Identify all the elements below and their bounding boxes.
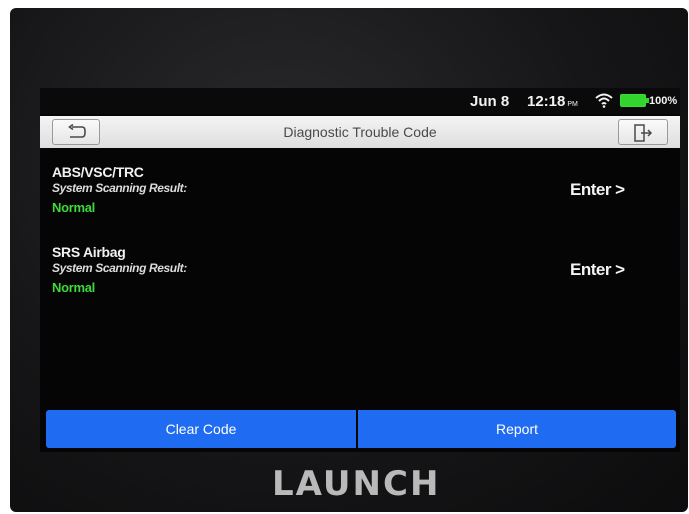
bottom-action-bar: Clear Code Report: [40, 410, 680, 452]
status-time: 12:18 PM: [527, 93, 578, 110]
system-row-srs[interactable]: SRS Airbag System Scanning Result: Norma…: [52, 244, 672, 295]
system-row-abs[interactable]: ABS/VSC/TRC System Scanning Result: Norm…: [52, 164, 672, 215]
battery-icon: [620, 94, 649, 107]
enter-button-abs[interactable]: Enter >: [570, 180, 625, 200]
page-title: Diagnostic Trouble Code: [283, 124, 437, 140]
system-name: ABS/VSC/TRC: [52, 164, 144, 180]
report-button[interactable]: Report: [358, 410, 676, 448]
clear-code-button[interactable]: Clear Code: [46, 410, 356, 448]
exit-button[interactable]: [618, 119, 668, 145]
wifi-icon: [595, 93, 613, 108]
status-date: Jun 8: [470, 93, 510, 110]
brand-logo: LAUNCH: [272, 464, 441, 504]
exit-door-icon: [634, 124, 653, 142]
battery-percent: 100%: [649, 95, 678, 107]
system-name: SRS Airbag: [52, 244, 126, 260]
system-scan-result: Normal: [52, 200, 95, 215]
title-bar: Diagnostic Trouble Code: [40, 116, 680, 148]
status-bar: Jun 8 12:18 PM 100%: [40, 88, 680, 114]
device-screen: Jun 8 12:18 PM 100% Diagnostic Trouble Co…: [40, 88, 680, 452]
system-scan-result: Normal: [52, 280, 95, 295]
status-ampm: PM: [567, 101, 578, 108]
enter-button-srs[interactable]: Enter >: [570, 260, 625, 280]
